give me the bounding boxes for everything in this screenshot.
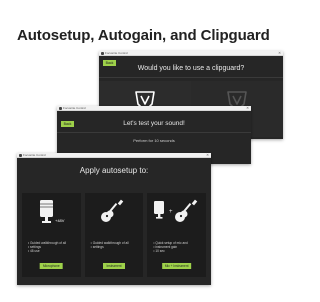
close-icon[interactable]: ✕ — [246, 106, 249, 110]
mic-instrument-button[interactable]: Mic + Instrument — [161, 263, 192, 269]
sound-test-subtext: Perform for 10 seconds — [133, 138, 175, 143]
phantom-power-badge: +48V — [55, 218, 65, 223]
feature-item: 10 sec — [153, 249, 202, 253]
autosetup-window: Focusrite Control ✕ Apply autosetup to: … — [17, 153, 211, 285]
feature-list: Quick setup of mic and instrument gain 1… — [153, 241, 202, 254]
feature-item: 48 use — [28, 249, 77, 253]
window-titlebar: Focusrite Control ✕ — [99, 51, 283, 56]
clipguard-heading: Would you like to use a clipguard? — [137, 65, 245, 72]
autosetup-options: +48V Guided walkthrough of all settings … — [22, 193, 207, 277]
close-icon[interactable]: ✕ — [278, 51, 281, 55]
app-logo-icon — [58, 107, 62, 110]
app-logo-icon — [18, 154, 22, 157]
page-title: Autosetup, Autogain, and Clipguard — [17, 27, 270, 44]
plus-sign: + — [169, 209, 173, 215]
autosetup-heading: Apply autosetup to: — [79, 166, 149, 175]
app-logo-icon — [100, 52, 104, 55]
window-title: Focusrite Control — [23, 153, 46, 157]
instrument-option-card[interactable]: Guided walkthrough of all settings Instr… — [84, 193, 144, 277]
window-titlebar: Focusrite Control ✕ — [57, 106, 251, 111]
feature-item: settings — [91, 245, 140, 249]
microphone-icon: +48V — [40, 200, 65, 223]
window-title: Focusrite Control — [105, 51, 128, 55]
window-title: Focusrite Control — [63, 106, 86, 110]
instrument-button[interactable]: Instrument — [103, 263, 125, 269]
mic-instrument-option-card[interactable]: + Quick setup of mic and instrument gain… — [147, 193, 207, 277]
mic-plus-guitar-icon: + — [154, 199, 198, 222]
window-titlebar: Focusrite Control ✕ — [17, 153, 211, 158]
feature-list: Guided walkthrough of all settings — [91, 241, 140, 249]
sound-test-heading: Let's test your sound! — [123, 120, 185, 127]
microphone-option-card[interactable]: +48V Guided walkthrough of all settings … — [22, 193, 81, 277]
microphone-button[interactable]: Microphone — [40, 263, 63, 269]
divider — [57, 132, 251, 133]
close-icon[interactable]: ✕ — [206, 153, 209, 157]
guitar-icon — [100, 199, 123, 222]
feature-list: Guided walkthrough of all settings 48 us… — [28, 241, 77, 254]
divider — [99, 77, 283, 78]
